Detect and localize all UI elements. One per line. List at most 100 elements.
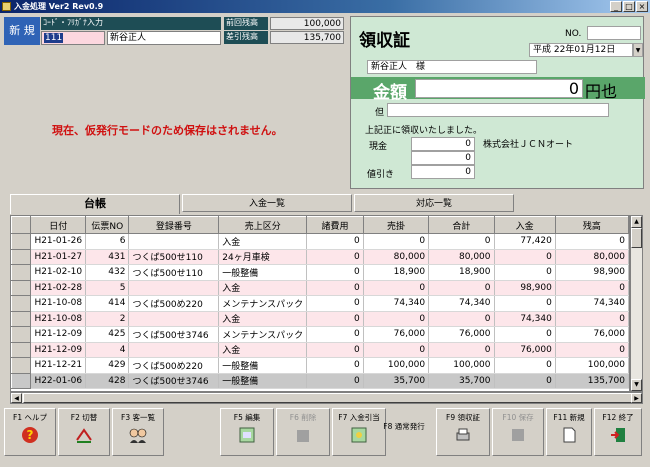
table-row[interactable]: H21-02-10 432 つくば500せ110 一般整備 0 18,900 18,900 0… <box>11 264 629 281</box>
row-selector[interactable] <box>11 341 32 358</box>
cell-slip-no: 428 <box>85 373 130 389</box>
minimize-button[interactable]: _ <box>610 1 622 12</box>
f9-receipt-button[interactable]: F9 領収証 <box>436 408 490 456</box>
cell-slip-no: 6 <box>85 233 130 250</box>
scroll-thumb[interactable] <box>631 228 642 248</box>
row-selector[interactable] <box>11 295 32 312</box>
cell-sales-type: 24ヶ月車検 <box>218 249 308 265</box>
cell-slip-no: 5 <box>85 280 130 296</box>
cell-balance: 0 <box>555 342 629 358</box>
column-header-reg-no[interactable]: 登録番号 <box>128 216 220 234</box>
table-row[interactable]: H21-01-27 431 つくば500せ110 24ヶ月車検 0 80,000 80,00… <box>11 248 629 265</box>
cell-payment: 0 <box>494 373 556 389</box>
column-header-total[interactable]: 合計 <box>428 216 495 234</box>
cell-date: H21-01-26 <box>30 233 87 250</box>
column-header-fees[interactable]: 諸費用 <box>306 216 364 234</box>
table-row[interactable]: H21-10-08 2 入金 0 0 0 74,340 0 <box>11 310 629 327</box>
cell-slip-no: 425 <box>85 326 130 343</box>
cell-date: H21-12-21 <box>30 357 87 374</box>
cell-payment: 0 <box>494 295 556 312</box>
row-selector[interactable] <box>11 233 32 250</box>
table-row[interactable]: H21-12-09 4 入金 0 0 0 76,000 0 <box>11 341 629 358</box>
cash-label: 現金 <box>369 142 388 152</box>
scroll-right-button[interactable]: ▶ <box>631 393 642 403</box>
code-value: 111 <box>44 33 64 43</box>
f12-exit-button[interactable]: F12 終了 <box>594 408 642 456</box>
tadashi-field[interactable] <box>387 103 609 117</box>
other-field[interactable]: 0 <box>411 151 475 165</box>
row-selector[interactable] <box>11 326 32 343</box>
cell-sales-type: 入金 <box>218 280 308 296</box>
scroll-up-button[interactable]: ▲ <box>631 216 642 228</box>
table-row[interactable]: H22-01-06 428 つくば500せ3746 一般整備 0 35,700 35,700… <box>11 372 629 389</box>
cell-date: H21-01-27 <box>30 249 87 265</box>
cell-sales-type: 入金 <box>218 342 308 358</box>
column-header-sales-type[interactable]: 売上区分 <box>218 216 308 234</box>
f8-label: F8 通常発行 <box>383 422 425 431</box>
f5-edit-button[interactable]: F5 編集 <box>220 408 274 456</box>
amount-field: 0 <box>415 79 583 98</box>
cell-total: 0 <box>428 342 495 358</box>
hscroll-thumb[interactable] <box>23 393 633 403</box>
close-button[interactable]: × <box>636 1 648 12</box>
f3-customer-list-button[interactable]: F3 客一覧 <box>112 408 164 456</box>
cell-total: 100,000 <box>428 357 495 374</box>
cash-field[interactable]: 0 <box>411 137 475 151</box>
row-selector[interactable] <box>11 372 32 389</box>
tab-payment-list[interactable]: 入金一覧 <box>182 194 352 212</box>
scroll-down-button[interactable]: ▼ <box>631 379 642 391</box>
cell-fees: 0 <box>306 373 364 389</box>
scroll-left-button[interactable]: ◀ <box>11 393 22 403</box>
f8-normal-issue-button[interactable]: F8 通常発行 <box>374 418 434 438</box>
row-selector[interactable] <box>11 357 32 374</box>
f6-label: F6 削除 <box>289 413 317 422</box>
maximize-button[interactable]: □ <box>623 1 635 12</box>
row-selector[interactable] <box>11 310 32 327</box>
table-row[interactable]: H21-12-21 429 つくば500め220 一般整備 0 100,000 100,00… <box>11 357 629 374</box>
column-header-slip-no[interactable]: 伝票NO <box>85 216 130 234</box>
cell-receivable: 74,340 <box>363 295 430 312</box>
provisional-warning: 現在、仮発行モードのため保存はされません。 <box>52 124 283 137</box>
cell-reg-no <box>128 311 220 327</box>
cell-payment: 0 <box>494 357 556 374</box>
column-header-balance[interactable]: 残高 <box>554 216 629 234</box>
f3-label: F3 客一覧 <box>121 413 155 422</box>
cell-date: H21-12-09 <box>30 342 87 358</box>
table-row[interactable]: H21-01-26 6 入金 0 0 0 77,420 0 <box>11 233 629 250</box>
cell-total: 35,700 <box>428 373 495 389</box>
tab-support-list[interactable]: 対応一覧 <box>354 194 514 212</box>
column-header-payment[interactable]: 入金 <box>493 216 556 234</box>
table-row[interactable]: H21-10-08 414 つくば500め220 メンテナンスパック 0 74,340 74… <box>11 295 629 312</box>
code-input[interactable]: 111 <box>41 31 105 45</box>
column-header-date[interactable]: 日付 <box>30 216 87 234</box>
f11-new-button[interactable]: F11 新規 <box>546 408 592 456</box>
cell-fees: 0 <box>306 264 364 281</box>
f10-save-button[interactable]: F10 保存 <box>492 408 544 456</box>
date-dropdown-button[interactable]: ▼ <box>633 43 643 57</box>
discount-field[interactable]: 0 <box>411 165 475 179</box>
cell-balance: 74,340 <box>555 295 629 312</box>
cell-balance: 76,000 <box>555 326 629 343</box>
f6-delete-button[interactable]: F6 削除 <box>276 408 330 456</box>
cell-date: H21-02-28 <box>30 280 87 296</box>
row-selector[interactable] <box>11 264 32 281</box>
cell-total: 80,000 <box>428 249 495 265</box>
vertical-scrollbar[interactable]: ▲ ▼ <box>630 215 643 392</box>
row-selector[interactable] <box>11 279 32 296</box>
f1-help-button[interactable]: F1 ヘルプ ? <box>4 408 56 456</box>
horizontal-scrollbar[interactable]: ◀ ▶ <box>10 392 643 404</box>
receipt-date-select[interactable]: 平成 22年01月12日 <box>529 43 633 57</box>
column-header-receivable[interactable]: 売掛 <box>362 216 430 234</box>
addressee-field[interactable]: 新谷正人 様 <box>367 60 537 74</box>
table-row[interactable]: H21-12-09 425 つくば500せ3746 メンテナンスパック 0 76,000 7… <box>11 326 629 343</box>
cell-payment: 77,420 <box>494 233 556 250</box>
f12-label: F12 終了 <box>602 413 634 422</box>
f2-switch-button[interactable]: F2 切替 <box>58 408 110 456</box>
receipt-no-field[interactable] <box>587 26 641 40</box>
table-row[interactable]: H21-02-28 5 入金 0 0 0 98,900 0 <box>11 279 629 296</box>
cell-date: H22-01-06 <box>30 373 87 389</box>
f9-label: F9 領収証 <box>446 413 480 422</box>
row-selector[interactable] <box>11 248 32 265</box>
tab-ledger[interactable]: 台帳 <box>10 194 180 214</box>
cell-sales-type: メンテナンスパック <box>218 326 308 343</box>
